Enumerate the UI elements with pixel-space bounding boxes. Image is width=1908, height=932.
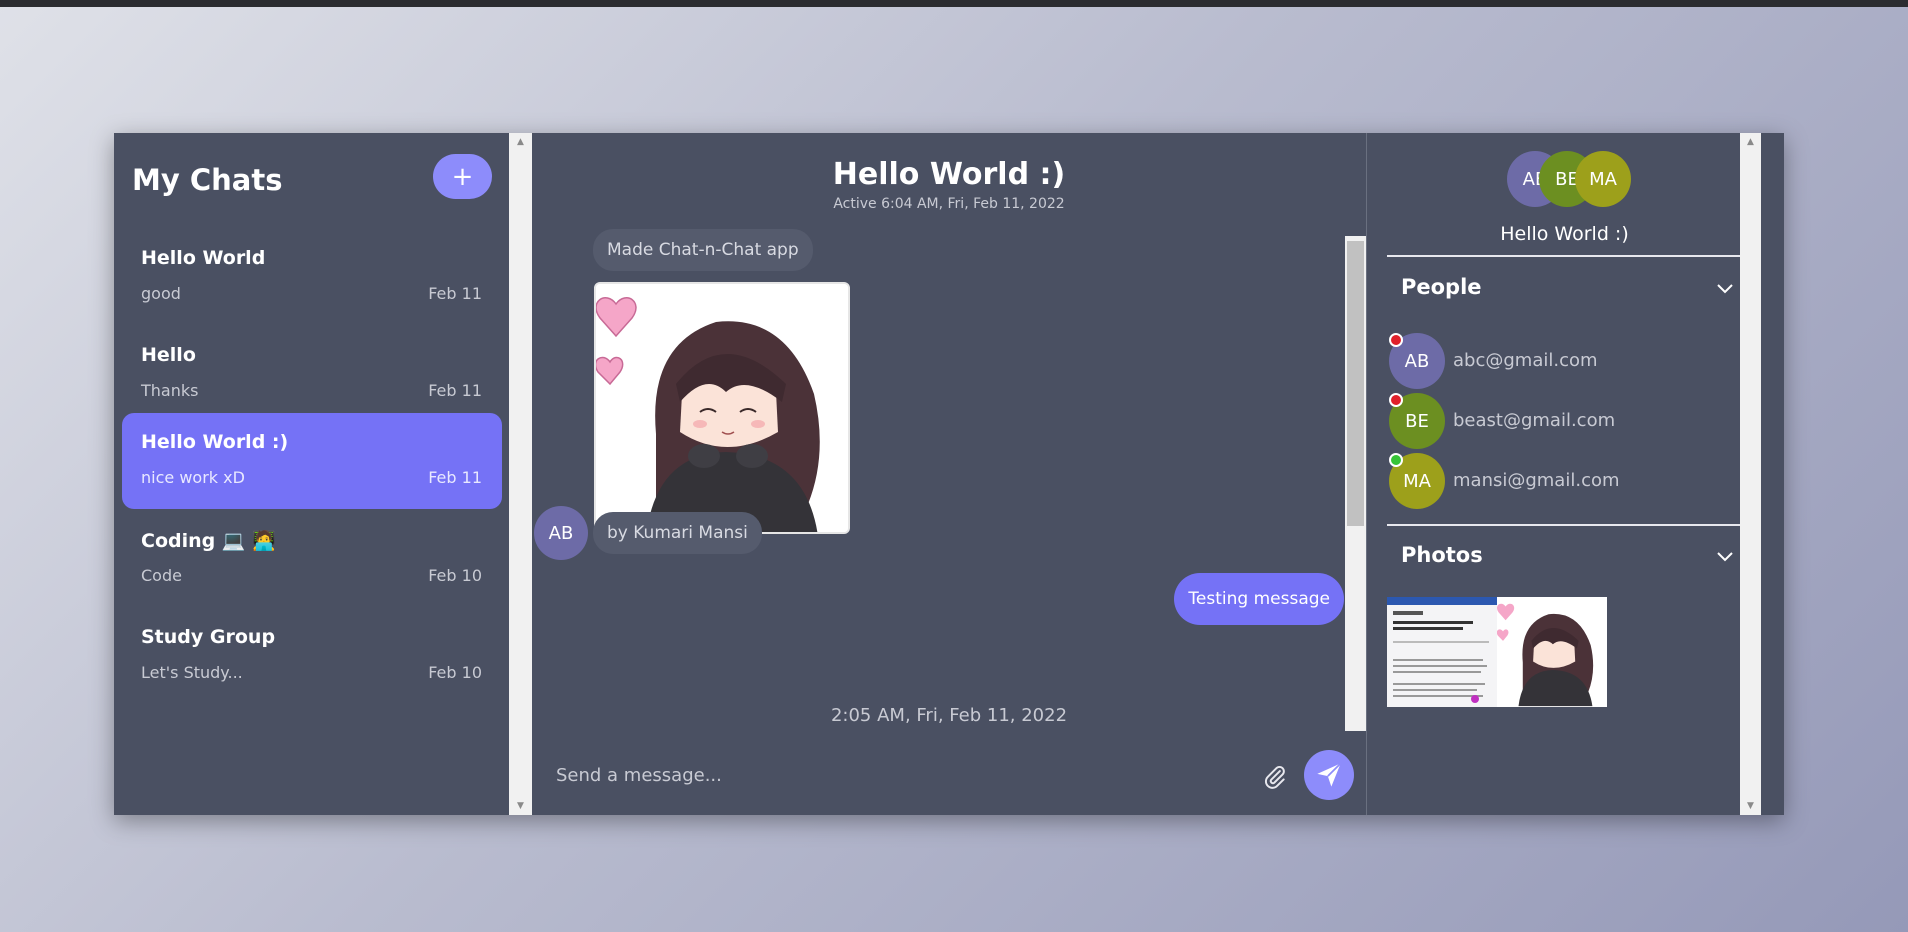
person-row[interactable]: BE beast@gmail.com xyxy=(1389,393,1729,449)
chat-item-hello-world-smile[interactable]: Hello World :) nice work xD Feb 11 xyxy=(122,413,502,509)
online-status-dot xyxy=(1389,453,1403,467)
message-bubble: by Kumari Mansi xyxy=(593,512,762,554)
chat-item-name: Study Group xyxy=(141,626,276,648)
paperclip-icon[interactable] xyxy=(1262,764,1288,790)
chat-details-panel: AB BE MA Hello World :) People AB abc@gm… xyxy=(1366,133,1761,815)
avatar: MA xyxy=(1575,151,1631,207)
avatar: AB xyxy=(534,506,588,560)
chat-item-study-group[interactable]: Study Group Let's Study... Feb 10 xyxy=(122,608,502,704)
chat-item-coding[interactable]: Coding 💻 🧑‍💻 Code Feb 10 xyxy=(122,511,502,607)
scroll-up-arrow-icon[interactable]: ▲ xyxy=(1740,137,1761,147)
scroll-down-arrow-icon[interactable]: ▼ xyxy=(509,801,532,811)
message-timestamp: 2:05 AM, Fri, Feb 11, 2022 xyxy=(830,705,1068,726)
chat-item-hello[interactable]: Hello Thanks Feb 11 xyxy=(122,326,502,422)
browser-top-bar xyxy=(0,0,1908,7)
message-scrollbar[interactable] xyxy=(1345,236,1366,731)
chat-list-scrollbar[interactable]: ▲ ▼ xyxy=(509,133,532,815)
photo-thumbnail[interactable] xyxy=(1387,597,1497,707)
conversation-panel: Hello World :) Active 6:04 AM, Fri, Feb … xyxy=(532,133,1366,815)
screenshot-thumbnail-image xyxy=(1387,597,1497,707)
message-image[interactable] xyxy=(594,282,850,534)
message-list: Made Chat-n-Chat app AB by Kumari Mansi … xyxy=(532,229,1366,731)
chat-item-date: Feb 11 xyxy=(428,284,482,303)
chat-item-last-message: Code xyxy=(141,566,182,585)
photos-grid xyxy=(1387,597,1607,707)
photos-section-title[interactable]: Photos xyxy=(1401,543,1483,567)
person-email: abc@gmail.com xyxy=(1453,350,1598,371)
conversation-status: Active 6:04 AM, Fri, Feb 11, 2022 xyxy=(833,196,1065,212)
new-chat-button[interactable]: + xyxy=(433,154,492,199)
anime-girl-image xyxy=(596,284,848,532)
chat-item-date: Feb 11 xyxy=(428,468,482,487)
scroll-up-arrow-icon[interactable]: ▲ xyxy=(509,137,532,147)
chat-item-date: Feb 11 xyxy=(428,381,482,400)
chat-item-date: Feb 10 xyxy=(428,566,482,585)
person-email: mansi@gmail.com xyxy=(1453,470,1620,491)
person-row[interactable]: AB abc@gmail.com xyxy=(1389,333,1729,389)
person-row[interactable]: MA mansi@gmail.com xyxy=(1389,453,1729,509)
divider xyxy=(1387,255,1743,257)
chat-item-last-message: nice work xD xyxy=(141,468,245,487)
scroll-down-arrow-icon[interactable]: ▼ xyxy=(1740,801,1761,811)
chat-item-name: Hello World :) xyxy=(141,431,289,453)
scrollbar-thumb[interactable] xyxy=(1347,241,1364,526)
photo-thumbnail[interactable] xyxy=(1497,597,1607,707)
chat-item-name: Hello xyxy=(141,344,196,366)
chat-list-title: My Chats xyxy=(132,163,283,197)
details-scrollbar[interactable]: ▲ ▼ xyxy=(1740,133,1761,815)
send-button[interactable] xyxy=(1304,750,1354,800)
chat-item-last-message: good xyxy=(141,284,181,303)
details-chat-title: Hello World :) xyxy=(1500,223,1629,245)
chat-item-last-message: Thanks xyxy=(141,381,199,400)
offline-status-dot xyxy=(1389,393,1403,407)
offline-status-dot xyxy=(1389,333,1403,347)
anime-girl-thumbnail-image xyxy=(1497,597,1607,707)
conversation-title: Hello World :) xyxy=(832,157,1066,192)
chat-list-panel: My Chats + Hello World good Feb 11 Hello… xyxy=(114,133,509,815)
chat-item-date: Feb 10 xyxy=(428,663,482,682)
member-avatar-stack: AB BE MA xyxy=(1507,151,1667,207)
chevron-down-icon[interactable] xyxy=(1715,547,1735,567)
chat-item-hello-world[interactable]: Hello World good Feb 11 xyxy=(122,229,502,325)
send-icon xyxy=(1317,762,1342,787)
chat-item-name: Hello World xyxy=(141,247,266,269)
person-email: beast@gmail.com xyxy=(1453,410,1616,431)
divider xyxy=(1387,524,1743,526)
chat-item-name: Coding 💻 🧑‍💻 xyxy=(141,530,276,552)
message-input[interactable] xyxy=(556,757,1236,793)
chevron-down-icon[interactable] xyxy=(1715,279,1735,299)
message-bubble: Made Chat-n-Chat app xyxy=(593,229,813,271)
message-composer xyxy=(532,745,1366,805)
chat-app-window: My Chats + Hello World good Feb 11 Hello… xyxy=(114,133,1784,815)
chat-item-last-message: Let's Study... xyxy=(141,663,243,682)
people-section-title[interactable]: People xyxy=(1401,275,1482,299)
sent-message-bubble: Testing message xyxy=(1174,573,1344,625)
